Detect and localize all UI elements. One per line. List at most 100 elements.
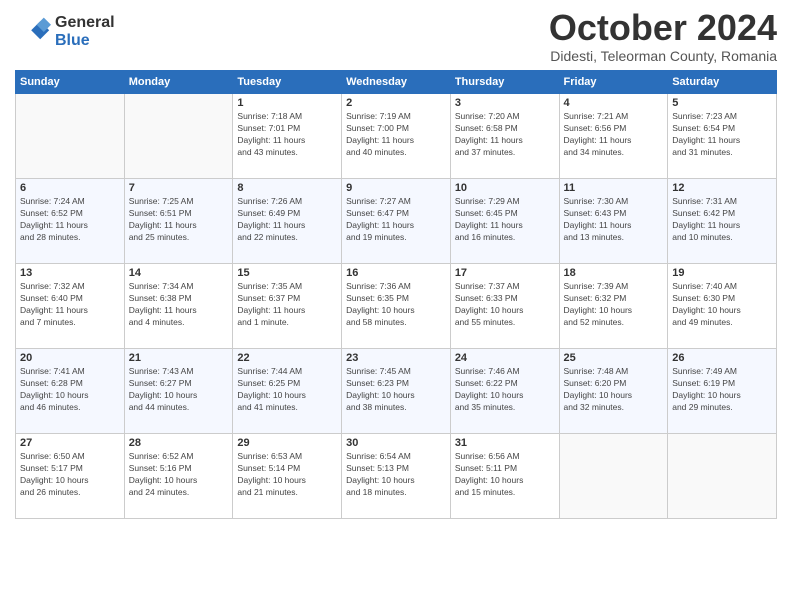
col-friday: Friday [559, 71, 668, 94]
cell-w3-d5: 25 Sunrise: 7:48 AM Sunset: 6:20 PM Dayli… [559, 349, 668, 434]
day-info: Sunrise: 7:23 AM Sunset: 6:54 PM Dayligh… [672, 111, 772, 159]
day-info: Sunrise: 7:45 AM Sunset: 6:23 PM Dayligh… [346, 366, 446, 414]
logo-text: General Blue [55, 14, 115, 49]
month-title: October 2024 [549, 10, 777, 46]
week-row-1: 1 Sunrise: 7:18 AM Sunset: 7:01 PM Daylig… [16, 94, 777, 179]
cell-w3-d6: 26 Sunrise: 7:49 AM Sunset: 6:19 PM Dayli… [668, 349, 777, 434]
cell-w0-d2: 1 Sunrise: 7:18 AM Sunset: 7:01 PM Daylig… [233, 94, 342, 179]
day-info: Sunrise: 6:56 AM Sunset: 5:11 PM Dayligh… [455, 451, 555, 499]
day-number: 1 [237, 97, 337, 109]
day-info: Sunrise: 7:29 AM Sunset: 6:45 PM Dayligh… [455, 196, 555, 244]
cell-w0-d0 [16, 94, 125, 179]
day-info: Sunrise: 7:44 AM Sunset: 6:25 PM Dayligh… [237, 366, 337, 414]
col-wednesday: Wednesday [342, 71, 451, 94]
week-row-5: 27Sunrise: 6:50 AM Sunset: 5:17 PM Dayli… [16, 434, 777, 519]
day-info: Sunrise: 7:20 AM Sunset: 6:58 PM Dayligh… [455, 111, 555, 159]
day-number: 9 [346, 182, 446, 194]
day-number: 16 [346, 267, 446, 279]
day-number: 8 [237, 182, 337, 194]
day-info: Sunrise: 7:40 AM Sunset: 6:30 PM Dayligh… [672, 281, 772, 329]
day-info: Sunrise: 6:53 AM Sunset: 5:14 PM Dayligh… [237, 451, 337, 499]
day-info: Sunrise: 6:52 AM Sunset: 5:16 PM Dayligh… [129, 451, 229, 499]
logo-blue-text: Blue [55, 32, 115, 50]
logo: General Blue [15, 14, 115, 50]
day-number: 25 [564, 352, 664, 364]
cell-w3-d2: 22 Sunrise: 7:44 AM Sunset: 6:25 PM Dayli… [233, 349, 342, 434]
day-info: Sunrise: 7:35 AM Sunset: 6:37 PM Dayligh… [237, 281, 337, 329]
day-info: Sunrise: 7:39 AM Sunset: 6:32 PM Dayligh… [564, 281, 664, 329]
cell-w2-d2: 15 Sunrise: 7:35 AM Sunset: 6:37 PM Dayli… [233, 264, 342, 349]
week-row-4: 20 Sunrise: 7:41 AM Sunset: 6:28 PM Dayli… [16, 349, 777, 434]
day-info: Sunrise: 7:24 AM Sunset: 6:52 PM Dayligh… [20, 196, 120, 244]
day-info: Sunrise: 7:30 AM Sunset: 6:43 PM Dayligh… [564, 196, 664, 244]
day-info: Sunrise: 7:27 AM Sunset: 6:47 PM Dayligh… [346, 196, 446, 244]
day-number: 19 [672, 267, 772, 279]
week-row-2: 6 Sunrise: 7:24 AM Sunset: 6:52 PM Daylig… [16, 179, 777, 264]
day-number: 12 [672, 182, 772, 194]
cell-w2-d5: 18 Sunrise: 7:39 AM Sunset: 6:32 PM Dayli… [559, 264, 668, 349]
cell-w3-d1: 21 Sunrise: 7:43 AM Sunset: 6:27 PM Dayli… [124, 349, 233, 434]
cell-w1-d3: 9 Sunrise: 7:27 AM Sunset: 6:47 PM Daylig… [342, 179, 451, 264]
day-info: Sunrise: 6:54 AM Sunset: 5:13 PM Dayligh… [346, 451, 446, 499]
cell-w4-d2: 29Sunrise: 6:53 AM Sunset: 5:14 PM Dayli… [233, 434, 342, 519]
title-section: October 2024 Didesti, Teleorman County, … [549, 10, 777, 64]
cell-w4-d6 [668, 434, 777, 519]
day-number: 13 [20, 267, 120, 279]
day-number: 5 [672, 97, 772, 109]
cell-w4-d5 [559, 434, 668, 519]
cell-w2-d1: 14Sunrise: 7:34 AM Sunset: 6:38 PM Dayli… [124, 264, 233, 349]
cell-w1-d5: 11Sunrise: 7:30 AM Sunset: 6:43 PM Dayli… [559, 179, 668, 264]
col-monday: Monday [124, 71, 233, 94]
day-info: Sunrise: 7:48 AM Sunset: 6:20 PM Dayligh… [564, 366, 664, 414]
day-info: Sunrise: 6:50 AM Sunset: 5:17 PM Dayligh… [20, 451, 120, 499]
cell-w0-d1 [124, 94, 233, 179]
day-number: 7 [129, 182, 229, 194]
day-info: Sunrise: 7:37 AM Sunset: 6:33 PM Dayligh… [455, 281, 555, 329]
day-number: 15 [237, 267, 337, 279]
cell-w0-d5: 4Sunrise: 7:21 AM Sunset: 6:56 PM Daylig… [559, 94, 668, 179]
day-info: Sunrise: 7:41 AM Sunset: 6:28 PM Dayligh… [20, 366, 120, 414]
cell-w2-d4: 17 Sunrise: 7:37 AM Sunset: 6:33 PM Dayli… [450, 264, 559, 349]
day-number: 18 [564, 267, 664, 279]
day-number: 26 [672, 352, 772, 364]
day-info: Sunrise: 7:43 AM Sunset: 6:27 PM Dayligh… [129, 366, 229, 414]
day-info: Sunrise: 7:36 AM Sunset: 6:35 PM Dayligh… [346, 281, 446, 329]
day-info: Sunrise: 7:19 AM Sunset: 7:00 PM Dayligh… [346, 111, 446, 159]
day-info: Sunrise: 7:18 AM Sunset: 7:01 PM Dayligh… [237, 111, 337, 159]
cell-w0-d4: 3 Sunrise: 7:20 AM Sunset: 6:58 PM Daylig… [450, 94, 559, 179]
day-info: Sunrise: 7:32 AM Sunset: 6:40 PM Dayligh… [20, 281, 120, 329]
location-subtitle: Didesti, Teleorman County, Romania [549, 48, 777, 64]
day-info: Sunrise: 7:26 AM Sunset: 6:49 PM Dayligh… [237, 196, 337, 244]
day-number: 4 [564, 97, 664, 109]
day-number: 23 [346, 352, 446, 364]
cell-w4-d4: 31 Sunrise: 6:56 AM Sunset: 5:11 PM Dayli… [450, 434, 559, 519]
day-info: Sunrise: 7:49 AM Sunset: 6:19 PM Dayligh… [672, 366, 772, 414]
day-number: 28 [129, 437, 229, 449]
day-number: 17 [455, 267, 555, 279]
cell-w1-d1: 7 Sunrise: 7:25 AM Sunset: 6:51 PM Daylig… [124, 179, 233, 264]
day-number: 30 [346, 437, 446, 449]
col-sunday: Sunday [16, 71, 125, 94]
col-tuesday: Tuesday [233, 71, 342, 94]
cell-w4-d3: 30 Sunrise: 6:54 AM Sunset: 5:13 PM Dayli… [342, 434, 451, 519]
day-number: 3 [455, 97, 555, 109]
cell-w1-d0: 6 Sunrise: 7:24 AM Sunset: 6:52 PM Daylig… [16, 179, 125, 264]
day-info: Sunrise: 7:25 AM Sunset: 6:51 PM Dayligh… [129, 196, 229, 244]
day-number: 10 [455, 182, 555, 194]
day-number: 20 [20, 352, 120, 364]
day-number: 22 [237, 352, 337, 364]
day-number: 31 [455, 437, 555, 449]
cell-w3-d0: 20 Sunrise: 7:41 AM Sunset: 6:28 PM Dayli… [16, 349, 125, 434]
cell-w2-d6: 19 Sunrise: 7:40 AM Sunset: 6:30 PM Dayli… [668, 264, 777, 349]
day-number: 6 [20, 182, 120, 194]
day-info: Sunrise: 7:31 AM Sunset: 6:42 PM Dayligh… [672, 196, 772, 244]
day-number: 2 [346, 97, 446, 109]
week-row-3: 13 Sunrise: 7:32 AM Sunset: 6:40 PM Dayli… [16, 264, 777, 349]
calendar-table: Sunday Monday Tuesday Wednesday Thursday… [15, 70, 777, 519]
col-thursday: Thursday [450, 71, 559, 94]
day-number: 14 [129, 267, 229, 279]
header-row: Sunday Monday Tuesday Wednesday Thursday… [16, 71, 777, 94]
cell-w4-d0: 27Sunrise: 6:50 AM Sunset: 5:17 PM Dayli… [16, 434, 125, 519]
day-number: 21 [129, 352, 229, 364]
cell-w3-d3: 23 Sunrise: 7:45 AM Sunset: 6:23 PM Dayli… [342, 349, 451, 434]
